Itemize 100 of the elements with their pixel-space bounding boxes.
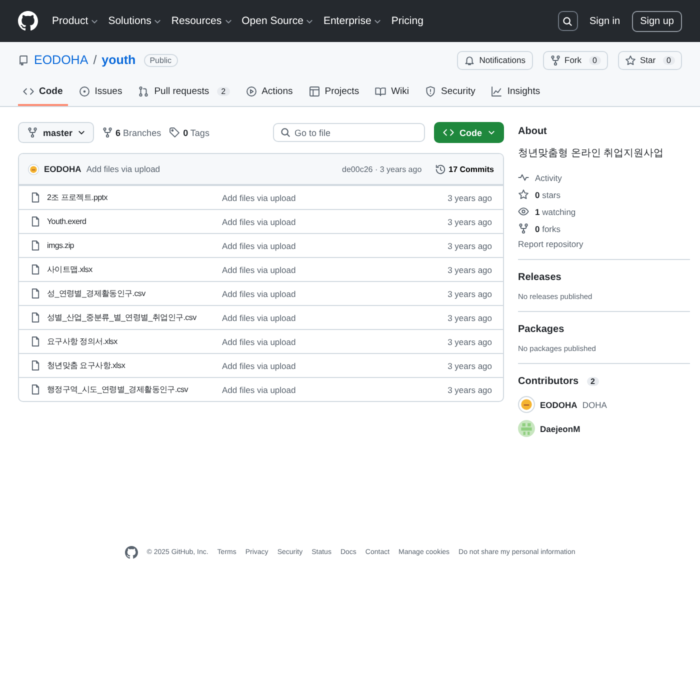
file-icon	[30, 288, 41, 299]
file-time: 3 years ago	[448, 216, 492, 226]
stat-link[interactable]: 1 watching	[535, 206, 576, 216]
file-name-link[interactable]: Youth.exerd	[47, 217, 86, 226]
report-link[interactable]: Report repository	[518, 239, 690, 249]
file-time: 3 years ago	[448, 384, 492, 394]
file-time: 3 years ago	[448, 336, 492, 346]
file-time: 3 years ago	[448, 240, 492, 250]
file-name-link[interactable]: 요구사항 정의서.xlsx	[47, 336, 118, 347]
contributor-name: DOHA	[582, 400, 607, 410]
branch-icon	[27, 127, 38, 138]
repo-tab[interactable]: Actions	[240, 78, 298, 106]
stat-link[interactable]: Activity	[535, 172, 562, 182]
repo-name-link[interactable]: youth	[102, 53, 136, 67]
contributor-login[interactable]: EODOHA	[540, 400, 578, 410]
search-icon	[280, 127, 290, 138]
file-name-link[interactable]: 사이트맵.xlsx	[47, 264, 92, 275]
contributor-login[interactable]: DaejeonM	[540, 424, 580, 434]
file-name-link[interactable]: 청년맞춤 요구사항.xlsx	[47, 360, 126, 371]
fork-icon	[518, 223, 529, 234]
search-button[interactable]	[558, 11, 578, 31]
bell-icon	[464, 54, 476, 66]
nav-menu-item[interactable]: Pricing	[391, 15, 424, 27]
file-icon	[30, 312, 41, 323]
shield-icon	[425, 86, 436, 96]
graph-icon	[491, 86, 502, 96]
file-icon	[30, 240, 41, 251]
repo-tab[interactable]: Projects	[304, 78, 364, 106]
repo-tab[interactable]: Pull requests 2	[133, 78, 235, 106]
repo-tab[interactable]: Code	[18, 78, 68, 106]
file-time: 3 years ago	[448, 360, 492, 370]
file-name-link[interactable]: 성_연령별_경제활동인구.csv	[47, 288, 146, 299]
play-icon	[246, 86, 257, 96]
avatar-icon	[518, 420, 535, 437]
nav-menu-item[interactable]: Enterprise	[323, 15, 382, 27]
nav-menu-item[interactable]: Product	[52, 15, 98, 27]
nav-menu-item[interactable]: Open Source	[242, 15, 314, 27]
file-icon	[30, 264, 41, 275]
contributors-heading[interactable]: Contributors	[518, 376, 579, 387]
repo-tab[interactable]: Issues	[74, 78, 128, 106]
commit-message[interactable]: Add files via upload	[86, 164, 160, 174]
contributors-count: 2	[586, 377, 599, 386]
pulse-icon	[518, 172, 529, 183]
file-name-link[interactable]: 행정구역_시도_연령별_경제활동인구.csv	[47, 384, 188, 395]
octocat-logo-icon	[124, 546, 138, 559]
file-time: 3 years ago	[448, 312, 492, 322]
commit-message-link[interactable]: Add files via upload	[222, 240, 448, 250]
repo-tab[interactable]: Insights	[486, 78, 546, 106]
avatar-icon	[28, 164, 39, 174]
file-name-link[interactable]: imgs.zip	[47, 241, 74, 250]
file-icon	[30, 192, 41, 203]
branch-icon	[102, 127, 113, 138]
commit-message-link[interactable]: Add files via upload	[222, 192, 448, 202]
caret-icon	[488, 129, 495, 136]
commit-message-link[interactable]: Add files via upload	[222, 216, 448, 226]
file-icon	[30, 336, 41, 347]
repo-action-button[interactable]: Star 0	[618, 50, 682, 70]
repo-icon	[18, 54, 29, 66]
eye-icon	[518, 206, 529, 217]
file-name-link[interactable]: 성별_산업_중분류_별_연령별_취업인구.csv	[47, 312, 196, 323]
repo-tab[interactable]: Wiki	[370, 78, 414, 106]
commit-message-link[interactable]: Add files via upload	[222, 360, 448, 370]
octocat-logo-icon	[18, 11, 38, 31]
commit-message-link[interactable]: Add files via upload	[222, 264, 448, 274]
commits-link[interactable]: 17 Commits	[434, 164, 494, 174]
file-icon	[30, 360, 41, 371]
repo-owner-link[interactable]: EODOHA	[34, 53, 88, 67]
file-name-link[interactable]: 2조 프로젝트.pptx	[47, 192, 108, 203]
stat-link[interactable]: 0 stars	[535, 190, 561, 200]
commit-message-link[interactable]: Add files via upload	[222, 288, 448, 298]
path-separator: /	[93, 53, 97, 67]
book-icon	[375, 86, 386, 96]
commit-message-link[interactable]: Add files via upload	[222, 384, 448, 394]
nav-menu-item[interactable]: Solutions	[108, 15, 162, 27]
go-to-file-field[interactable]: Go to file	[272, 123, 424, 142]
stat-link[interactable]: 0 forks	[535, 224, 561, 234]
nav-menu-item[interactable]: Resources	[171, 15, 232, 27]
branch-select[interactable]: master	[18, 122, 94, 143]
table-icon	[308, 86, 320, 96]
file-time: 3 years ago	[448, 288, 492, 298]
repo-action-button[interactable]: Notifications	[457, 50, 532, 70]
packages-heading[interactable]: Packages	[518, 324, 690, 335]
commit-message-link[interactable]: Add files via upload	[222, 312, 448, 322]
search-icon	[562, 16, 573, 26]
commit-hash-time[interactable]: de00c26 · 3 years ago	[342, 164, 422, 174]
file-time: 3 years ago	[448, 264, 492, 274]
releases-heading[interactable]: Releases	[518, 272, 690, 283]
code-icon	[442, 127, 454, 138]
file-time: 3 years ago	[448, 192, 492, 202]
tag-icon	[169, 127, 180, 138]
branches-link[interactable]: 6 Branches	[102, 127, 162, 138]
commit-message-link[interactable]: Add files via upload	[222, 336, 448, 346]
sign-in-link[interactable]: Sign in	[590, 16, 620, 26]
tags-link[interactable]: 0 Tags	[169, 127, 210, 138]
repo-action-button[interactable]: Fork 0	[542, 50, 608, 70]
visibility-label: Public	[144, 54, 178, 66]
repo-tab[interactable]: Security	[420, 78, 480, 106]
sign-up-button[interactable]: Sign up	[632, 10, 682, 32]
commit-author[interactable]: EODOHA	[44, 164, 82, 174]
code-button[interactable]: Code	[434, 122, 504, 143]
